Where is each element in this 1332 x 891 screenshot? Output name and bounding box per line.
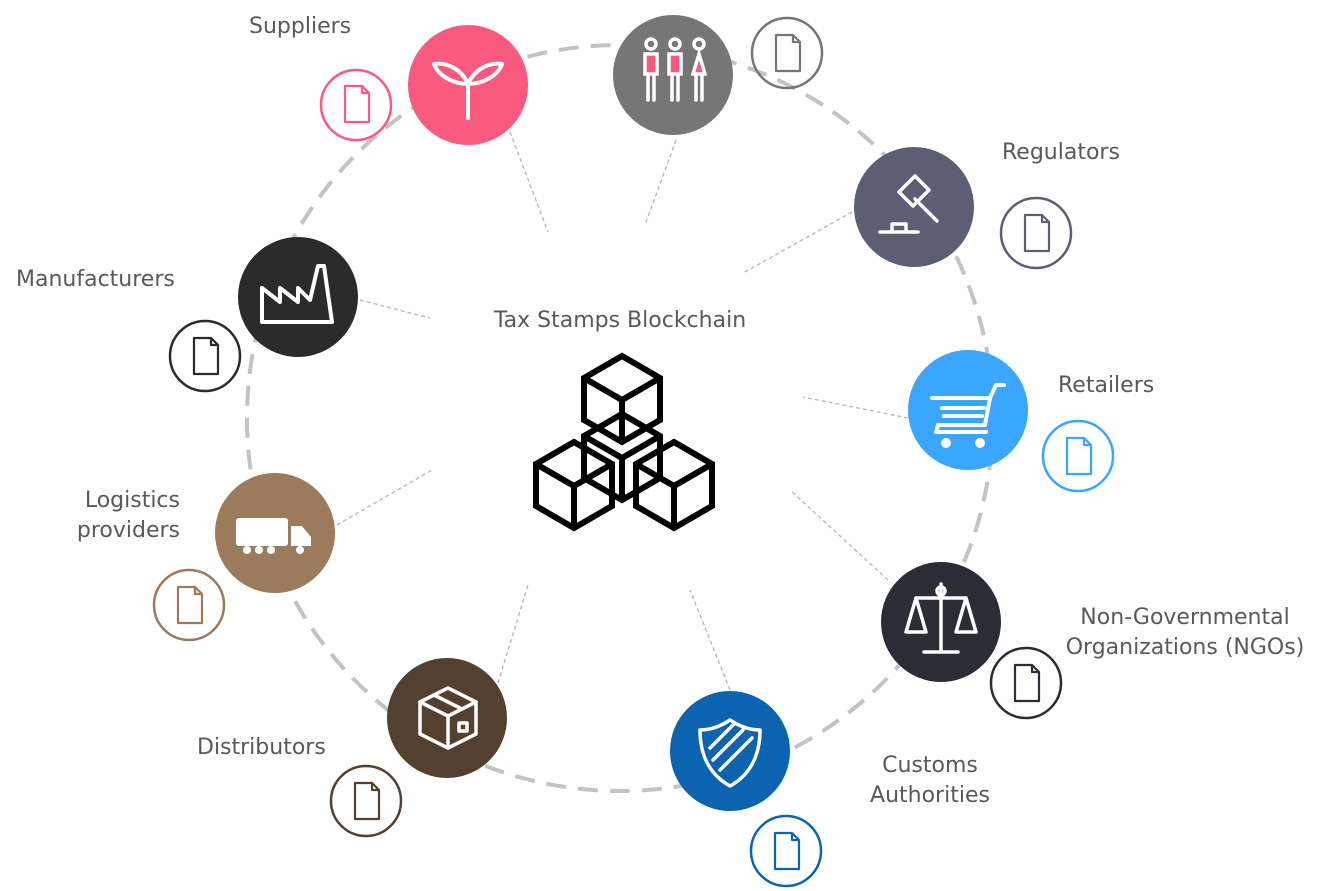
doc-badge-suppliers[interactable] — [319, 68, 393, 142]
doc-badge-manufacturers[interactable] — [168, 319, 242, 393]
label-suppliers: Suppliers — [249, 14, 352, 39]
node-manufacturers[interactable] — [238, 237, 358, 357]
document-icon — [176, 585, 204, 625]
document-icon — [774, 33, 802, 73]
node-regulators[interactable] — [854, 147, 974, 267]
document-icon — [353, 781, 381, 821]
label-logistics-line-2: providers — [76, 518, 180, 543]
label-ngos-line-1: Non-Governmental — [1080, 605, 1290, 630]
connector-retailers — [802, 396, 909, 419]
center-title: Tax Stamps Blockchain — [493, 308, 747, 333]
doc-badge-customs[interactable] — [749, 814, 823, 888]
connector-distributors — [497, 584, 529, 684]
connector-regulators — [744, 211, 853, 273]
connector-ngos — [789, 489, 889, 581]
label-ngos-line-2: Organizations (NGOs) — [1065, 635, 1305, 660]
document-icon — [192, 336, 220, 376]
label-ngos: Non-Governmental Organizations (NGOs) — [1050, 603, 1320, 663]
node-ngos[interactable] — [881, 562, 1001, 682]
node-consumers[interactable] — [613, 15, 733, 135]
label-retailers: Retailers — [1058, 373, 1155, 398]
document-icon — [1013, 663, 1041, 703]
label-manufacturers: Manufacturers — [16, 267, 175, 292]
label-distributors: Distributors — [197, 735, 326, 760]
doc-badge-distributors[interactable] — [329, 764, 403, 838]
doc-badge-regulators[interactable] — [999, 196, 1073, 270]
label-customs-line-1: Customs — [882, 753, 978, 778]
label-logistics: Logistics providers — [40, 486, 180, 546]
label-customs: Customs Authorities — [855, 751, 1005, 811]
label-logistics-line-1: Logistics — [84, 488, 180, 513]
node-distributors[interactable] — [387, 658, 507, 778]
document-icon — [1065, 436, 1093, 476]
connector-manufacturers — [359, 299, 431, 319]
doc-badge-retailers[interactable] — [1041, 419, 1115, 493]
document-icon — [1023, 213, 1051, 253]
doc-badge-logistics[interactable] — [152, 568, 226, 642]
label-customs-line-2: Authorities — [870, 783, 990, 808]
connector-suppliers — [509, 131, 549, 233]
document-icon — [773, 831, 801, 871]
node-logistics[interactable] — [215, 473, 335, 593]
blockchain-cubes-icon — [533, 352, 715, 532]
document-icon — [343, 84, 371, 124]
connector-customs — [689, 589, 731, 691]
node-suppliers[interactable] — [408, 25, 528, 145]
doc-badge-consumers[interactable] — [750, 16, 824, 90]
connector-logistics — [336, 469, 433, 526]
node-retailers[interactable] — [908, 350, 1028, 470]
connector-consumers — [644, 139, 677, 226]
node-customs[interactable] — [670, 691, 790, 811]
label-regulators: Regulators — [1002, 140, 1120, 165]
